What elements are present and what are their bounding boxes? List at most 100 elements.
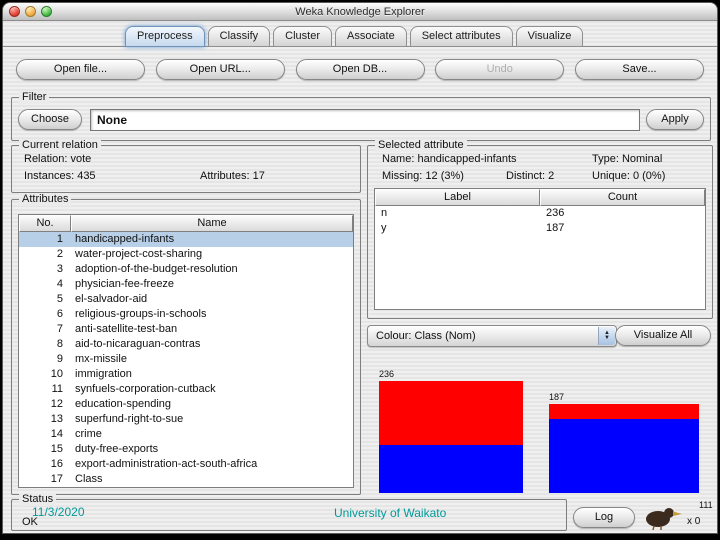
attribute-row[interactable]: 1handicapped-infants <box>19 232 353 247</box>
tab-classify[interactable]: Classify <box>208 26 271 47</box>
attribute-name: duty-free-exports <box>71 442 353 457</box>
attributes-table-body: 1handicapped-infants2water-project-cost-… <box>19 232 353 487</box>
attribute-name: el-salvador-aid <box>71 292 353 307</box>
attribute-name: mx-missile <box>71 352 353 367</box>
tab-visualize[interactable]: Visualize <box>516 26 584 47</box>
attribute-name: immigration <box>71 367 353 382</box>
attribute-row[interactable]: 15duty-free-exports <box>19 442 353 457</box>
tab-select-attributes[interactable]: Select attributes <box>410 26 513 47</box>
class-blue-segment <box>379 445 523 493</box>
open-file-button[interactable]: Open file... <box>16 59 145 80</box>
run-counter: x 0 <box>687 516 700 527</box>
attribute-name: export-administration-act-south-africa <box>71 457 353 472</box>
attribute-number: 13 <box>19 412 71 427</box>
histogram-bar <box>379 381 523 493</box>
bar-value-label: 187 <box>549 392 564 402</box>
attribute-row[interactable]: 5el-salvador-aid <box>19 292 353 307</box>
file-toolbar: Open file... Open URL... Open DB... Undo… <box>16 59 704 80</box>
attribute-row[interactable]: 14crime <box>19 427 353 442</box>
class-red-segment <box>379 381 523 445</box>
log-button[interactable]: Log <box>573 507 635 528</box>
attribute-row[interactable]: 17Class <box>19 472 353 487</box>
attribute-row[interactable]: 16export-administration-act-south-africa <box>19 457 353 472</box>
title-bar[interactable]: Weka Knowledge Explorer <box>3 3 717 21</box>
filter-value-field[interactable]: None <box>90 109 640 131</box>
instances-label: Instances: 435 <box>24 170 96 182</box>
unique-label: Unique: 0 (0%) <box>592 170 665 182</box>
attribute-name: anti-satellite-test-ban <box>71 322 353 337</box>
attribute-row[interactable]: 12education-spending <box>19 397 353 412</box>
current-relation-group: Current relation Relation: vote Instance… <box>11 145 361 193</box>
attribute-row[interactable]: 3adoption-of-the-budget-resolution <box>19 262 353 277</box>
count-column-header: Count <box>540 189 705 206</box>
attributes-table: No. Name 1handicapped-infants2water-proj… <box>18 214 354 488</box>
current-relation-legend: Current relation <box>19 139 101 152</box>
attribute-number: 5 <box>19 292 71 307</box>
attribute-number: 9 <box>19 352 71 367</box>
label-column-header: Label <box>375 189 540 206</box>
attribute-row[interactable]: 6religious-groups-in-schools <box>19 307 353 322</box>
attribute-number: 16 <box>19 457 71 472</box>
save-button[interactable]: Save... <box>575 59 704 80</box>
name-column-header[interactable]: Name <box>71 215 353 232</box>
attribute-name: Class <box>71 472 353 487</box>
histogram: 236187 <box>367 351 713 495</box>
label-cell: y <box>375 221 540 236</box>
visualize-all-button[interactable]: Visualize All <box>615 325 711 346</box>
apply-filter-button[interactable]: Apply <box>646 109 704 130</box>
university-overlay-text: University of Waikato <box>334 506 446 520</box>
attributes-legend: Attributes <box>19 193 71 206</box>
zoom-button[interactable] <box>41 6 52 17</box>
attribute-number: 15 <box>19 442 71 457</box>
status-legend: Status <box>19 493 56 506</box>
count-cell: 236 <box>540 206 705 221</box>
table-row[interactable]: n 236 <box>375 206 705 221</box>
label-count-table: Label Count n 236 y 187 <box>374 188 706 310</box>
close-button[interactable] <box>9 6 20 17</box>
distinct-label: Distinct: 2 <box>506 170 554 182</box>
attribute-row[interactable]: 11synfuels-corporation-cutback <box>19 382 353 397</box>
attribute-name: crime <box>71 427 353 442</box>
undo-button[interactable]: Undo <box>435 59 564 80</box>
filter-group: Filter Choose None Apply <box>11 97 711 141</box>
attribute-name: education-spending <box>71 397 353 412</box>
class-red-segment <box>549 404 699 419</box>
attribute-number: 6 <box>19 307 71 322</box>
attribute-name: handicapped-infants <box>71 232 353 247</box>
attribute-row[interactable]: 7anti-satellite-test-ban <box>19 322 353 337</box>
class-blue-segment <box>549 419 699 493</box>
tab-bar: Preprocess Classify Cluster Associate Se… <box>3 22 717 47</box>
attribute-number: 11 <box>19 382 71 397</box>
selected-attribute-group: Selected attribute Name: handicapped-inf… <box>367 145 713 319</box>
minimize-button[interactable] <box>25 6 36 17</box>
attribute-row[interactable]: 2water-project-cost-sharing <box>19 247 353 262</box>
open-url-button[interactable]: Open URL... <box>156 59 285 80</box>
attribute-number: 7 <box>19 322 71 337</box>
attribute-row[interactable]: 4physician-fee-freeze <box>19 277 353 292</box>
date-overlay-text: 11/3/2020 <box>32 505 85 519</box>
attribute-number: 1 <box>19 232 71 247</box>
attribute-row[interactable]: 10immigration <box>19 367 353 382</box>
stepper-arrows-icon: ▲▼ <box>598 327 615 345</box>
attribute-number: 2 <box>19 247 71 262</box>
attribute-name: aid-to-nicaraguan-contras <box>71 337 353 352</box>
attribute-number: 8 <box>19 337 71 352</box>
attributes-count-label: Attributes: 17 <box>200 170 265 182</box>
attribute-row[interactable]: 9mx-missile <box>19 352 353 367</box>
table-row[interactable]: y 187 <box>375 221 705 236</box>
attribute-number: 12 <box>19 397 71 412</box>
choose-filter-button[interactable]: Choose <box>18 109 82 130</box>
window-title: Weka Knowledge Explorer <box>3 3 717 21</box>
no-column-header[interactable]: No. <box>19 215 71 232</box>
attribute-number: 3 <box>19 262 71 277</box>
attribute-name: water-project-cost-sharing <box>71 247 353 262</box>
attribute-row[interactable]: 8aid-to-nicaraguan-contras <box>19 337 353 352</box>
attribute-row[interactable]: 13superfund-right-to-sue <box>19 412 353 427</box>
weka-explorer-window: Weka Knowledge Explorer Preprocess Class… <box>2 2 718 534</box>
open-db-button[interactable]: Open DB... <box>296 59 425 80</box>
tab-associate[interactable]: Associate <box>335 26 407 47</box>
tab-cluster[interactable]: Cluster <box>273 26 332 47</box>
tab-preprocess[interactable]: Preprocess <box>125 26 205 47</box>
attribute-number: 4 <box>19 277 71 292</box>
colour-select[interactable]: Colour: Class (Nom) ▲▼ <box>367 325 617 347</box>
